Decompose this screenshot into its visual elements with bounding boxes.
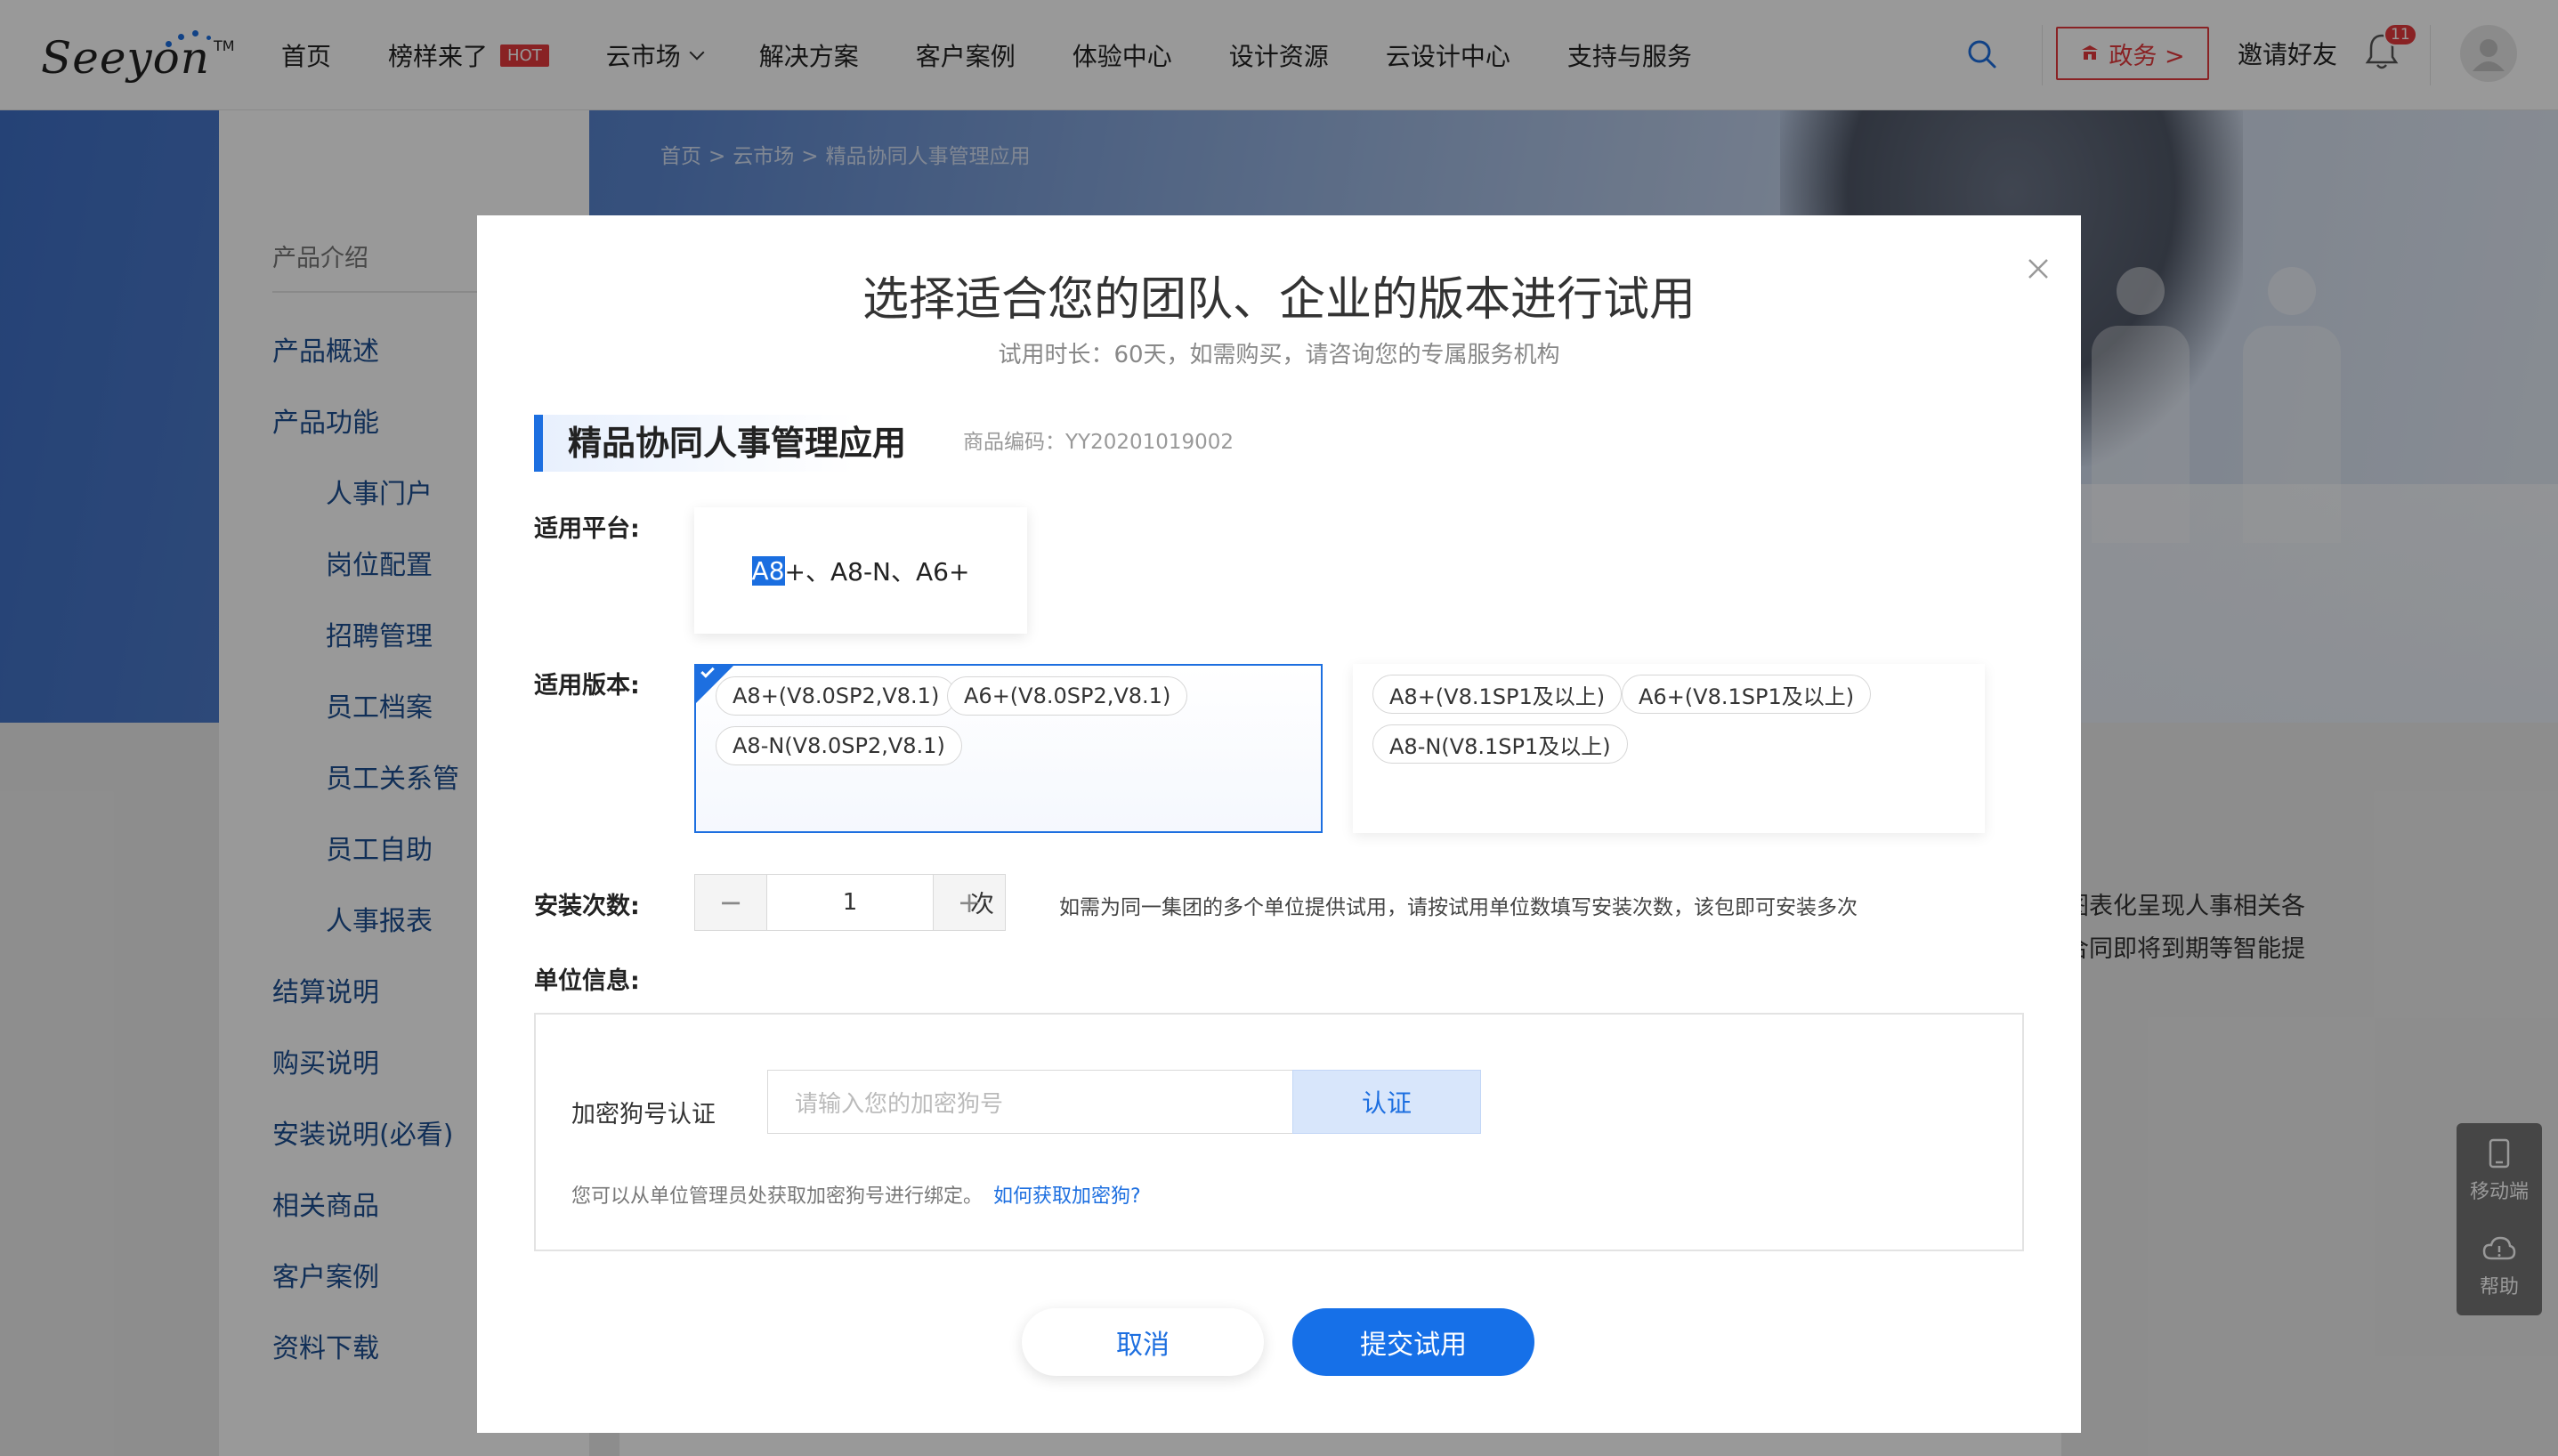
- dialog-title: 选择适合您的团队、企业的版本进行试用: [862, 273, 1696, 327]
- install-count-label: 安装次数:: [534, 893, 640, 920]
- version-option[interactable]: A8+(V8.1SP1及以上) A6+(V8.1SP1及以上) A8-N(V8.…: [1353, 664, 1985, 833]
- version-tag: A8-N(V8.1SP1及以上): [1372, 724, 1628, 764]
- product-code: 商品编码：YY20201019002: [963, 431, 1234, 454]
- install-hint: 如需为同一集团的多个单位提供试用，请按试用单位数填写安装次数，该包即可安装多次: [1059, 896, 1858, 919]
- dongle-input[interactable]: 请输入您的加密狗号: [767, 1070, 1292, 1134]
- version-tag: A6+(V8.0SP2,V8.1): [947, 676, 1188, 716]
- platform-option[interactable]: A8 +、A8-N、A6+: [694, 507, 1027, 634]
- version-tag: A8+(V8.0SP2,V8.1): [716, 676, 957, 716]
- how-to-get-dongle-link[interactable]: 如何获取加密狗?: [993, 1185, 1141, 1208]
- submit-trial-button[interactable]: 提交试用: [1292, 1308, 1534, 1376]
- install-count-input[interactable]: 1: [766, 875, 934, 930]
- version-tag: A6+(V8.1SP1及以上): [1622, 675, 1872, 714]
- unit-info-box: 加密狗号认证 请输入您的加密狗号 认证 您可以从单位管理员处获取加密狗号进行绑定…: [534, 1013, 2024, 1251]
- dialog-subtitle: 试用时长：60天，如需购买，请咨询您的专属服务机构: [998, 342, 1560, 368]
- version-label: 适用版本:: [534, 672, 640, 700]
- trial-version-dialog: 选择适合您的团队、企业的版本进行试用 试用时长：60天，如需购买，请咨询您的专属…: [477, 215, 2081, 1433]
- install-count-stepper: − 1 +: [694, 874, 1006, 931]
- dongle-label: 加密狗号认证: [571, 1101, 716, 1128]
- version-option-selected[interactable]: A8+(V8.0SP2,V8.1) A6+(V8.0SP2,V8.1) A8-N…: [694, 664, 1323, 833]
- platform-selected-text: A8: [751, 555, 785, 586]
- unit-info-label: 单位信息:: [534, 967, 640, 995]
- product-accent-bar: [534, 415, 543, 472]
- install-unit: 次: [970, 891, 994, 918]
- product-name: 精品协同人事管理应用: [568, 424, 907, 463]
- version-tag: A8+(V8.1SP1及以上): [1372, 675, 1623, 714]
- platform-label: 适用平台:: [534, 515, 640, 543]
- dongle-hint: 您可以从单位管理员处获取加密狗号进行绑定。 如何获取加密狗?: [571, 1180, 1141, 1209]
- platform-text: +、A8-N、A6+: [784, 557, 970, 586]
- decrement-button[interactable]: −: [695, 875, 766, 930]
- version-tag: A8-N(V8.0SP2,V8.1): [716, 726, 962, 765]
- increment-button[interactable]: +: [934, 875, 1005, 930]
- verify-button[interactable]: 认证: [1292, 1070, 1481, 1134]
- cancel-button[interactable]: 取消: [1022, 1308, 1264, 1376]
- dongle-hint-text: 您可以从单位管理员处获取加密狗号进行绑定。: [571, 1185, 984, 1208]
